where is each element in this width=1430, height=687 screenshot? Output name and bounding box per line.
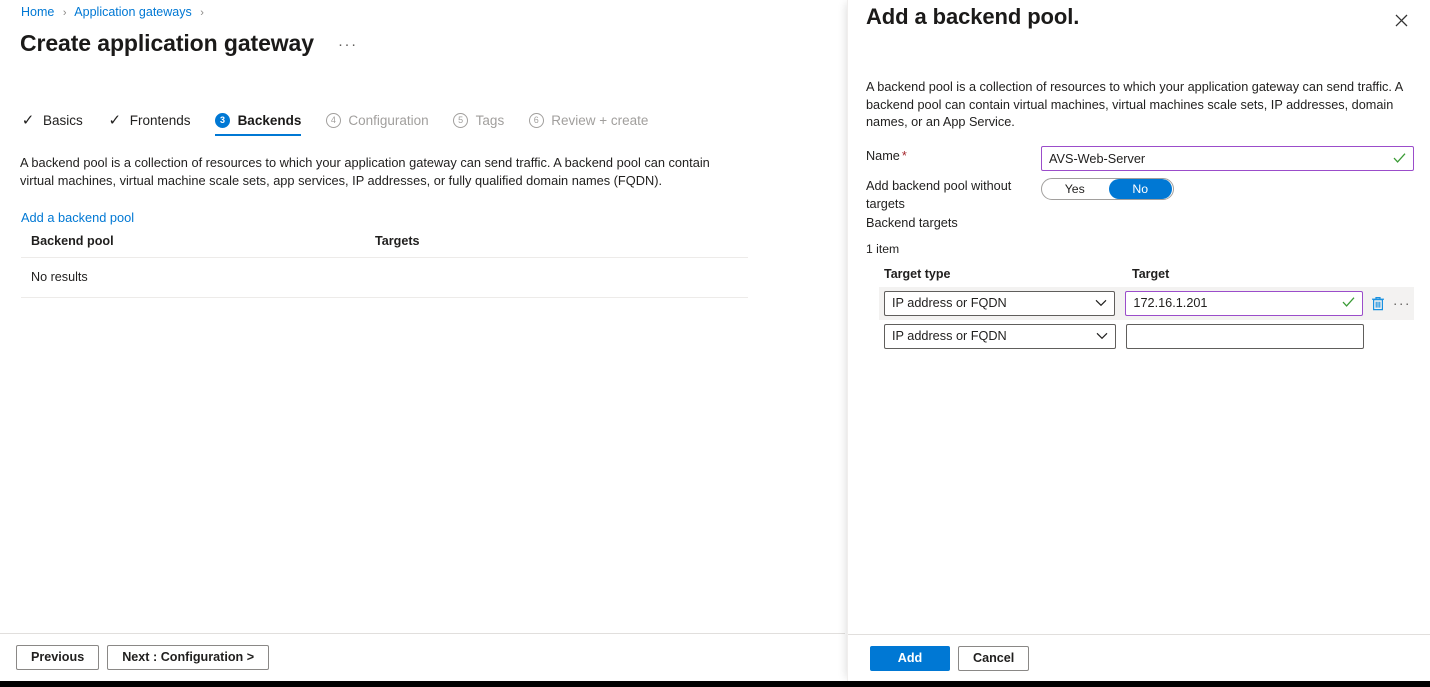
column-header-target-type: Target type [884, 266, 951, 281]
check-icon: ✓ [108, 111, 122, 129]
toggle-option-no[interactable]: No [1108, 179, 1172, 199]
tab-configuration-label: Configuration [348, 112, 429, 128]
wizard-footer-buttons: Previous Next : Configuration > [16, 645, 270, 670]
tab-review-create-label: Review + create [551, 112, 649, 128]
column-header-targets: Targets [375, 234, 420, 248]
wizard-steps: ✓ Basics ✓ Frontends 3 Backends 4 Config… [20, 112, 672, 140]
panel-title: Add a backend pool. [866, 4, 1080, 29]
breadcrumb-separator-icon: › [62, 7, 67, 19]
name-field-label: Name * [866, 146, 1041, 166]
target-row: IP address or FQDN [879, 286, 1414, 320]
step-number-badge: 3 [215, 112, 231, 128]
name-input[interactable] [1042, 147, 1413, 170]
tab-frontends[interactable]: ✓ Frontends [107, 111, 191, 136]
without-targets-label: Add backend pool without targets [866, 179, 1012, 211]
page-title: Create application gateway [20, 30, 314, 56]
backend-targets-label: Backend targets [866, 216, 958, 230]
add-a-backend-pool-link[interactable]: Add a backend pool [21, 210, 134, 225]
table-header-row: Backend pool Targets [21, 234, 748, 258]
tab-tags-label: Tags [475, 112, 505, 128]
tab-frontends-label: Frontends [129, 112, 191, 128]
previous-button[interactable]: Previous [16, 645, 100, 670]
no-results-text: No results [31, 270, 88, 284]
backends-description: A backend pool is a collection of resour… [20, 155, 710, 188]
tab-review-create[interactable]: 6 Review + create [528, 112, 648, 136]
row-more-options-icon[interactable]: ··· [1388, 296, 1414, 310]
name-field-row: Name * [866, 146, 1416, 171]
target-input-1[interactable] [1126, 291, 1362, 315]
target-type-value-1: IP address or FQDN [892, 296, 1007, 310]
breadcrumb: Home › Application gateways › [21, 4, 209, 21]
tab-configuration[interactable]: 4 Configuration [325, 112, 429, 136]
panel-form: Name* Add backend pool without targets Y… [866, 146, 1416, 353]
target-row: IP address or FQDN [879, 320, 1414, 353]
step-number-badge: 4 [325, 112, 341, 128]
target-type-value-2: IP address or FQDN [892, 329, 1007, 343]
more-options-icon[interactable]: ··· [334, 36, 362, 54]
without-targets-toggle[interactable]: Yes No [1041, 178, 1174, 200]
add-button[interactable]: Add [870, 646, 950, 671]
column-header-target: Target [1132, 266, 1170, 281]
tab-basics[interactable]: ✓ Basics [20, 112, 83, 136]
column-header-backend-pool: Backend pool [31, 234, 114, 248]
item-count-label: 1 item [866, 241, 900, 256]
close-icon[interactable] [1388, 7, 1414, 33]
target-type-select-1[interactable]: IP address or FQDN [884, 290, 1116, 316]
target-input-wrapper-1 [1125, 290, 1363, 316]
check-icon: ✓ [21, 111, 35, 129]
targets-header-row: Target type Target [884, 267, 1414, 287]
panel-footer: Add Cancel [848, 634, 1430, 681]
next-configuration-button[interactable]: Next : Configuration > [107, 645, 270, 670]
name-input-wrapper [1041, 146, 1414, 171]
breadcrumb-item-application-gateways[interactable]: Application gateways [74, 5, 191, 19]
page-title-row: Create application gateway ··· [20, 28, 362, 58]
required-marker: * [901, 149, 907, 163]
target-input-2[interactable] [1127, 324, 1363, 348]
panel-description: A backend pool is a collection of resour… [866, 80, 1403, 129]
cancel-button[interactable]: Cancel [958, 646, 1030, 671]
panel-footer-buttons: Add Cancel [870, 646, 1030, 671]
bottom-bar [0, 681, 1430, 687]
chevron-down-icon [1088, 299, 1114, 307]
tab-backends-label: Backends [237, 112, 302, 128]
name-label-text: Name [866, 149, 900, 163]
wizard-footer: Previous Next : Configuration > [0, 633, 845, 681]
target-row-actions: ··· [1369, 293, 1414, 313]
step-number-badge: 5 [453, 112, 469, 128]
tab-tags[interactable]: 5 Tags [453, 112, 505, 136]
breadcrumb-separator-icon-2: › [200, 7, 204, 19]
step-number-badge: 6 [528, 112, 544, 128]
backend-targets-grid: Target type Target IP address or FQDN 17… [879, 267, 1414, 353]
create-application-gateway-pane: Home › Application gateways › Create app… [0, 0, 845, 681]
target-type-select-2[interactable]: IP address or FQDN [884, 323, 1116, 349]
toggle-option-yes[interactable]: Yes [1043, 179, 1107, 199]
without-targets-row: Add backend pool without targets Yes No [866, 176, 1416, 213]
target-input-wrapper-2 [1126, 323, 1364, 349]
delete-icon[interactable] [1369, 293, 1388, 313]
tab-backends[interactable]: 3 Backends [214, 112, 302, 136]
table-row: No results [21, 258, 748, 298]
add-backend-pool-panel: Add a backend pool. A backend pool is a … [847, 0, 1430, 681]
tab-basics-label: Basics [43, 112, 83, 128]
chevron-down-icon [1089, 332, 1115, 340]
backend-pool-table: Backend pool Targets No results [21, 234, 748, 298]
breadcrumb-item-home[interactable]: Home [21, 5, 54, 19]
